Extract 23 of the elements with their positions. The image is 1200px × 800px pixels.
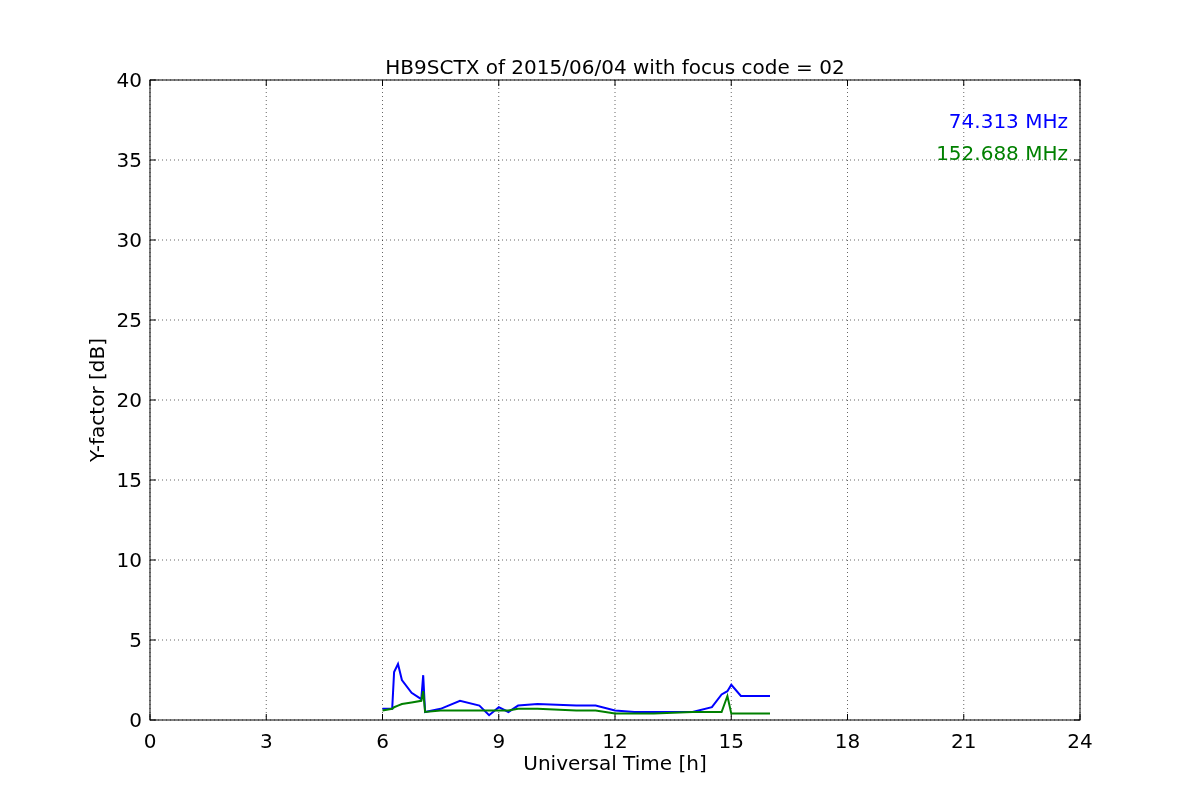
y-tick-label: 10 [116,548,142,572]
x-tick-label: 24 [1067,729,1093,753]
y-tick-label: 15 [116,468,142,492]
x-tick-label: 21 [951,729,977,753]
x-tick-label: 9 [492,729,506,753]
y-axis-label: Y-factor [dB] [85,338,109,462]
y-tick-label: 20 [116,388,142,412]
x-tick-label: 12 [602,729,628,753]
y-tick-label: 25 [116,308,142,332]
x-axis-label: Universal Time [h] [523,751,707,775]
x-tick-label: 6 [376,729,389,753]
x-tick-label: 15 [718,729,744,753]
legend-label: 74.313 MHz [948,109,1068,133]
y-tick-label: 30 [116,228,142,252]
x-tick-label: 18 [834,729,861,753]
legend-label: 152.688 MHz [936,141,1068,165]
y-tick-label: 0 [129,708,142,732]
y-tick-label: 5 [129,628,142,652]
x-tick-label: 0 [143,729,157,753]
chart-title: HB9SCTX of 2015/06/04 with focus code = 02 [385,55,845,79]
y-tick-label: 35 [116,148,142,172]
x-tick-label: 3 [259,729,273,753]
y-tick-label: 40 [116,68,142,92]
